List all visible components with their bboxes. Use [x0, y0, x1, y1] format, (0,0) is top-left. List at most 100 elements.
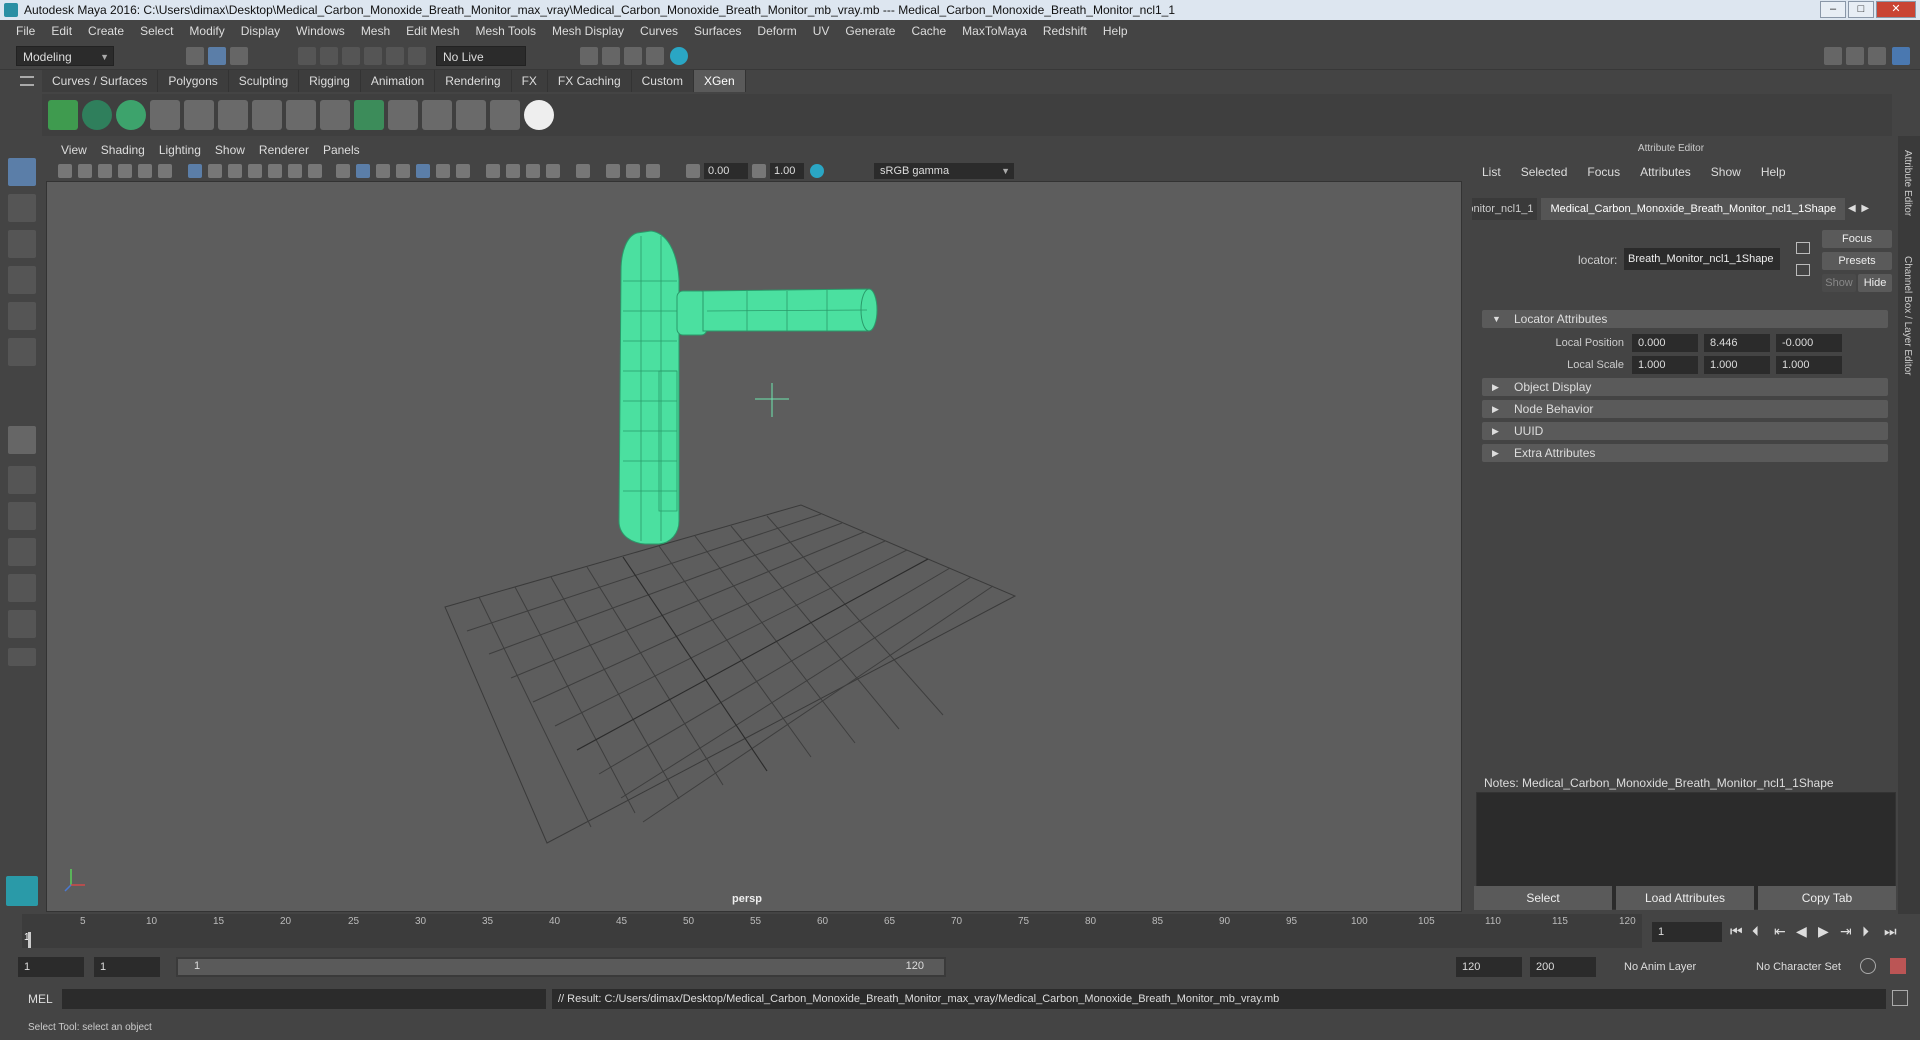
xray-icon[interactable] [606, 164, 620, 178]
default-material-icon[interactable] [376, 164, 390, 178]
viewport-menu-shading[interactable]: Shading [94, 143, 152, 157]
menu-cache[interactable]: Cache [903, 24, 954, 38]
xgen-layers-icon[interactable] [354, 100, 384, 130]
resolution-gate-icon[interactable] [228, 164, 242, 178]
playback-start-field[interactable]: 1 [94, 957, 160, 977]
anim-layer-select[interactable]: No Anim Layer [1618, 957, 1738, 977]
render-view-icon[interactable] [580, 47, 598, 65]
focus-button[interactable]: Focus [1822, 230, 1892, 248]
xray-components-icon[interactable] [646, 164, 660, 178]
persp-outliner-layout-icon[interactable] [8, 574, 36, 602]
select-component-icon[interactable] [230, 47, 248, 65]
character-set-select[interactable]: No Character Set [1750, 957, 1870, 977]
side-tab-channel-box[interactable]: Channel Box / Layer Editor [1902, 256, 1913, 376]
side-tab-attribute-editor[interactable]: Attribute Editor [1902, 150, 1913, 216]
xgen-rebuild-icon[interactable] [422, 100, 452, 130]
snap-curve-icon[interactable] [320, 47, 338, 65]
maximize-button[interactable]: □ [1848, 1, 1874, 18]
render-current-frame-icon[interactable] [602, 47, 620, 65]
local-position-y[interactable]: 8.446 [1704, 334, 1770, 352]
step-back-frame-icon[interactable]: ⏴ [1752, 923, 1759, 940]
ae-menu-show[interactable]: Show [1701, 163, 1751, 181]
menu-windows[interactable]: Windows [288, 24, 353, 38]
script-language-button[interactable]: MEL [28, 992, 53, 1006]
minimize-button[interactable]: – [1820, 1, 1846, 18]
menu-maxtomaya[interactable]: MaxToMaya [954, 24, 1035, 38]
tab-curves-surfaces[interactable]: Curves / Surfaces [42, 70, 159, 92]
rotate-tool-icon[interactable] [8, 302, 36, 330]
script-editor-icon[interactable] [1892, 990, 1908, 1006]
section-node-behavior[interactable]: ▶ Node Behavior [1482, 400, 1888, 418]
xgen-guide-tool-icon[interactable] [184, 100, 214, 130]
show-button[interactable]: Show [1822, 274, 1856, 292]
presets-button[interactable]: Presets [1822, 252, 1892, 270]
go-to-end-icon[interactable]: ⏭ [1884, 923, 1897, 940]
menu-mesh-display[interactable]: Mesh Display [544, 24, 632, 38]
two-d-pan-zoom-icon[interactable] [138, 164, 152, 178]
play-backward-icon[interactable]: ◀ [1796, 923, 1807, 940]
locator-name-field[interactable]: Breath_Monitor_ncl1_1Shape [1624, 248, 1780, 270]
grid-toggle-icon[interactable] [188, 164, 202, 178]
tab-next-icon[interactable]: ▶ [1859, 198, 1872, 220]
viewport-menu-panels[interactable]: Panels [316, 143, 367, 157]
select-button[interactable]: Select [1474, 886, 1612, 910]
ae-menu-list[interactable]: List [1472, 163, 1511, 181]
section-object-display[interactable]: ▶ Object Display [1482, 378, 1888, 396]
gamma-icon[interactable] [752, 164, 766, 178]
live-surface-field[interactable]: No Live Surface [436, 46, 526, 84]
local-scale-y[interactable]: 1.000 [1704, 356, 1770, 374]
viewport-menu-show[interactable]: Show [208, 143, 252, 157]
shadows-icon[interactable] [456, 164, 470, 178]
menu-edit-mesh[interactable]: Edit Mesh [398, 24, 467, 38]
menu-mesh-tools[interactable]: Mesh Tools [468, 24, 544, 38]
image-plane-icon[interactable] [118, 164, 132, 178]
animation-start-field[interactable]: 1 [18, 957, 84, 977]
xgen-select-guides-icon[interactable] [252, 100, 282, 130]
step-forward-key-icon[interactable]: ⇥ [1840, 923, 1852, 940]
workspace-icon[interactable] [1824, 47, 1842, 65]
ae-menu-focus[interactable]: Focus [1577, 163, 1630, 181]
exposure-field[interactable]: 0.00 [704, 163, 748, 179]
snap-point-icon[interactable] [342, 47, 360, 65]
ae-menu-attributes[interactable]: Attributes [1630, 163, 1701, 181]
ipr-render-icon[interactable] [624, 47, 642, 65]
single-view-layout-icon[interactable] [8, 426, 36, 454]
persp-graph-layout-icon[interactable] [8, 538, 36, 566]
ae-tab-shape[interactable]: Medical_Carbon_Monoxide_Breath_Monitor_n… [1541, 198, 1846, 220]
gamma-field[interactable]: 1.00 [770, 163, 804, 179]
safe-action-icon[interactable] [288, 164, 302, 178]
range-slider-handle[interactable]: 1 120 [178, 959, 944, 975]
menu-uv[interactable]: UV [805, 24, 838, 38]
load-attributes-button[interactable]: Load Attributes [1616, 886, 1754, 910]
viewport-menu-renderer[interactable]: Renderer [252, 143, 316, 157]
animation-preferences-icon[interactable] [1890, 958, 1906, 974]
paint-select-tool-icon[interactable] [8, 230, 36, 258]
anti-aliasing-icon[interactable] [526, 164, 540, 178]
motion-blur-icon[interactable] [506, 164, 520, 178]
tab-fx[interactable]: FX [511, 70, 548, 92]
color-management-icon[interactable] [810, 164, 824, 178]
make-live-icon[interactable] [408, 47, 426, 65]
local-position-z[interactable]: -0.000 [1776, 334, 1842, 352]
tab-xgen[interactable]: XGen [693, 70, 746, 92]
textured-icon[interactable] [416, 164, 430, 178]
xgen-guide-length-icon[interactable] [320, 100, 350, 130]
playback-end-field[interactable]: 120 [1456, 957, 1522, 977]
xgen-bake-icon[interactable] [490, 100, 520, 130]
tab-prev-icon[interactable]: ◀ [1845, 198, 1858, 220]
ae-menu-help[interactable]: Help [1751, 163, 1796, 181]
wireframe-icon[interactable] [336, 164, 350, 178]
depth-of-field-icon[interactable] [546, 164, 560, 178]
ae-tab-transform[interactable]: Medical_Carbon_Monoxide_Breath_Monitor_n… [1472, 198, 1538, 220]
select-hierarchy-icon[interactable] [186, 47, 204, 65]
wireframe-on-shaded-icon[interactable] [396, 164, 410, 178]
smooth-shade-icon[interactable] [356, 164, 370, 178]
view-transform-select[interactable]: sRGB gamma [874, 163, 1014, 179]
ae-paste-icon[interactable] [1796, 264, 1810, 276]
isolate-select-icon[interactable] [576, 164, 590, 178]
xgen-hexagon-icon[interactable] [524, 100, 554, 130]
current-time-marker[interactable] [28, 932, 31, 948]
tab-fx-caching[interactable]: FX Caching [547, 70, 632, 92]
menu-modify[interactable]: Modify [181, 24, 232, 38]
viewport-3d[interactable] [46, 140, 1462, 912]
